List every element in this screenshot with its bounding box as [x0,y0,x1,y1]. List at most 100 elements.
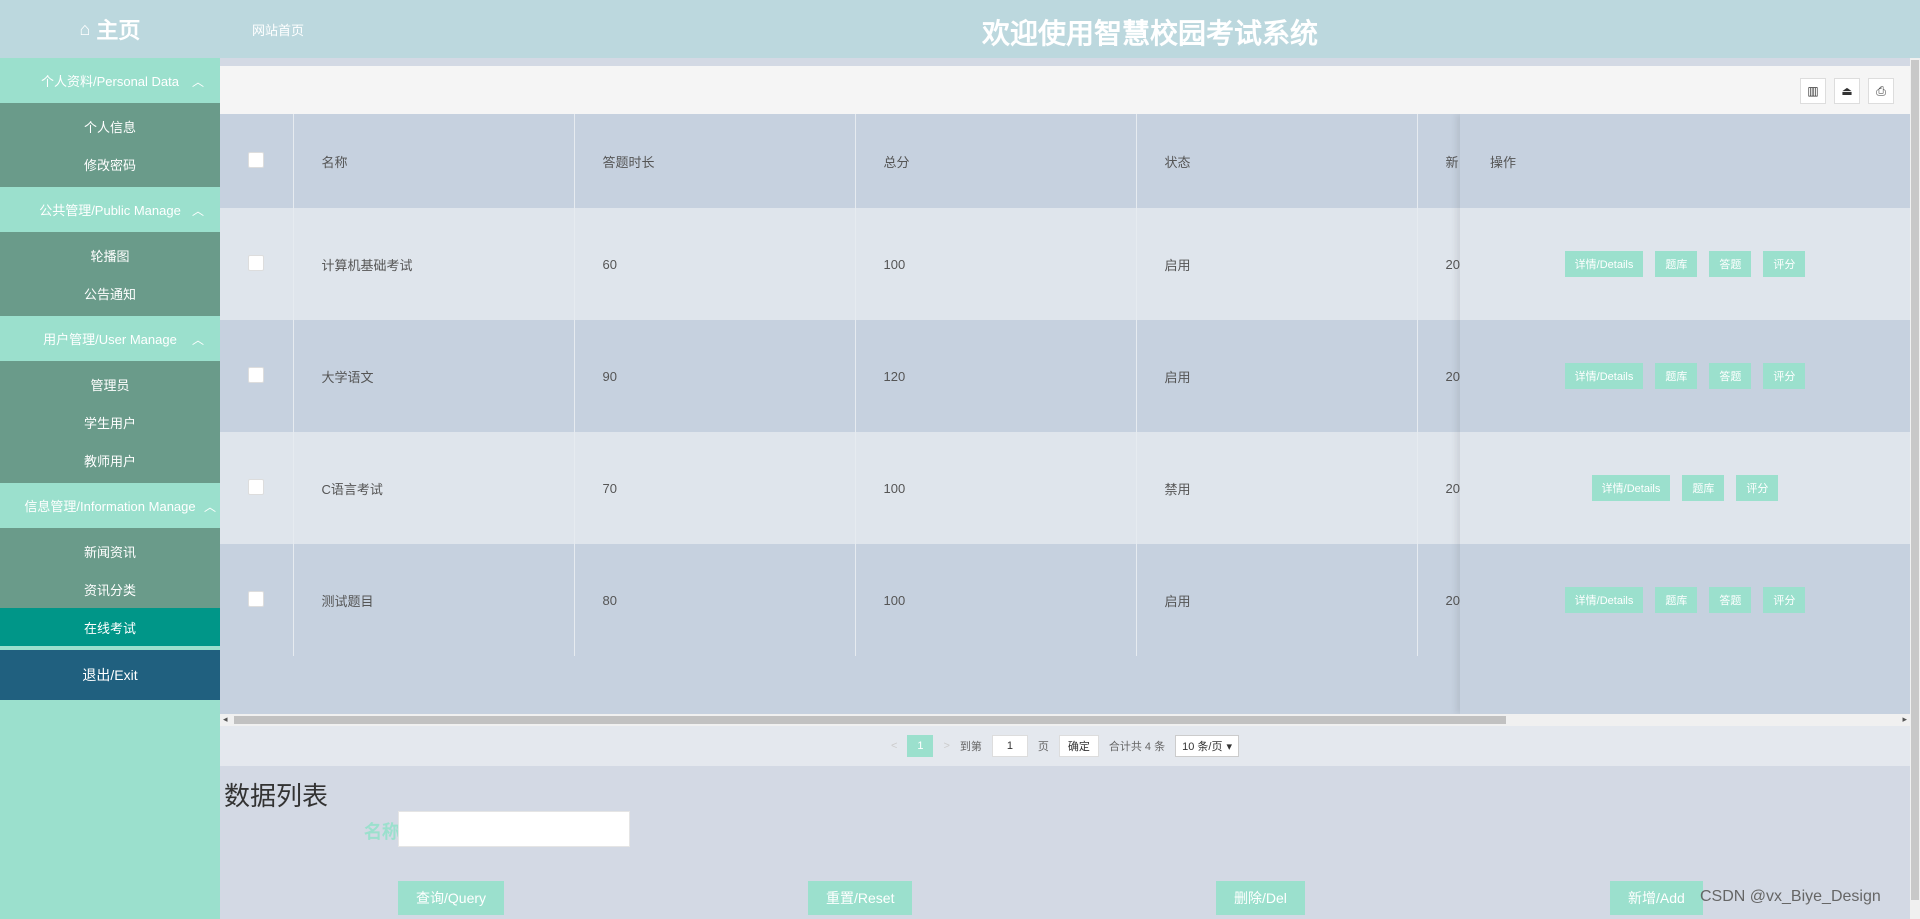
vertical-scrollbar[interactable] [1910,58,1920,919]
ops-row: 详情/Details 题库 答题 评分 [1460,208,1910,320]
details-button[interactable]: 详情/Details [1564,363,1644,389]
sidebar-item-admin[interactable]: 管理员 [0,365,220,403]
answer-button[interactable]: 答题 [1709,587,1752,613]
menu-items-public: 轮播图 公告通知 [0,232,220,316]
sidebar-item-teachers[interactable]: 教师用户 [0,441,220,479]
sidebar-item-notice[interactable]: 公告通知 [0,274,220,312]
scroll-left-icon[interactable]: ◂ [223,714,228,725]
list-title: 数据列表 [224,781,329,811]
chevron-up-icon: ︿ [191,333,204,347]
col-header-name[interactable]: 名称 [293,114,575,208]
next-page-icon[interactable]: > [943,740,949,752]
col-header-total[interactable]: 总分 [855,114,1137,208]
menu-group-info[interactable]: 信息管理/Information Manage ︿ [0,483,220,528]
goto-page-input[interactable]: 1 [991,735,1028,757]
page-size-value: 10 条/页 [1182,741,1223,753]
watermark: CSDN @vx_Biye_Design [1700,888,1881,905]
grade-button[interactable]: 评分 [1763,587,1806,613]
home-icon: ⌂ [79,18,91,39]
cell-total: 100 [855,544,1137,656]
current-page[interactable]: 1 [907,735,934,757]
details-button[interactable]: 详情/Details [1564,587,1644,613]
exit-button[interactable]: 退出/Exit [0,650,220,700]
menu-group-label: 公共管理/Public Manage [39,203,181,218]
goto-label: 到第 [959,741,982,753]
table-toolbar: ▥ ⏏ ⎙ [220,66,1910,114]
cell-name: C语言考试 [293,432,575,544]
grade-button[interactable]: 评分 [1763,251,1806,277]
chevron-up-icon: ︿ [191,75,204,89]
grade-button[interactable]: 评分 [1736,475,1779,501]
menu-group-label: 信息管理/Information Manage [24,499,196,514]
cell-duration: 80 [574,544,856,656]
cell-total: 120 [855,320,1137,432]
answer-button[interactable]: 答题 [1709,363,1752,389]
page-suffix: 页 [1037,741,1049,753]
question-bank-button[interactable]: 题库 [1682,475,1725,501]
menu-group-label: 用户管理/User Manage [43,332,177,347]
cell-name: 大学语文 [293,320,575,432]
answer-button[interactable]: 答题 [1709,251,1752,277]
menu-group-personal[interactable]: 个人资料/Personal Data ︿ [0,58,220,103]
ops-row: 详情/Details 题库 答题 评分 [1460,320,1910,432]
row-check-cell [220,432,294,544]
row-check-cell [220,544,294,656]
print-icon[interactable]: ⎙ [1868,78,1894,104]
details-button[interactable]: 详情/Details [1564,251,1644,277]
scroll-right-icon[interactable]: ▸ [1902,714,1907,725]
menu-group-public[interactable]: 公共管理/Public Manage ︿ [0,187,220,232]
col-header-status[interactable]: 状态 [1136,114,1418,208]
sidebar-item-news[interactable]: 新闻资讯 [0,532,220,570]
main-content: ▥ ⏏ ⎙ 名称 答题时长 总分 状态 新 计算机基础考试 60 100 启用 … [220,58,1910,919]
menu-group-users[interactable]: 用户管理/User Manage ︿ [0,316,220,361]
sidebar-item-online-exam[interactable]: 在线考试 [0,608,220,646]
sidebar-item-change-password[interactable]: 修改密码 [0,145,220,183]
question-bank-button[interactable]: 题库 [1655,363,1698,389]
home-link[interactable]: ⌂ 主页 [0,0,220,58]
col-header-duration[interactable]: 答题时长 [574,114,856,208]
details-button[interactable]: 详情/Details [1591,475,1671,501]
export-icon[interactable]: ⏏ [1834,78,1860,104]
question-bank-button[interactable]: 题库 [1655,251,1698,277]
row-checkbox[interactable] [248,590,265,607]
cell-status: 禁用 [1136,432,1418,544]
page-size-select[interactable]: 10 条/页 ▾ [1175,735,1239,757]
sidebar-item-news-category[interactable]: 资讯分类 [0,570,220,608]
prev-page-icon[interactable]: < [891,740,897,752]
cell-duration: 60 [574,208,856,320]
select-all-checkbox[interactable] [248,151,265,168]
chevron-down-icon: ▾ [1226,740,1232,753]
cell-status: 启用 [1136,208,1418,320]
query-button[interactable]: 查询/Query [398,881,505,915]
search-name-input[interactable] [398,811,630,847]
site-home-link[interactable]: 网站首页 [252,20,304,39]
vertical-scrollbar-thumb[interactable] [1911,60,1919,900]
reset-button[interactable]: 重置/Reset [808,881,913,915]
goto-confirm-button[interactable]: 确定 [1058,735,1099,757]
select-all-cell [220,114,294,208]
row-check-cell [220,320,294,432]
row-checkbox[interactable] [248,254,265,271]
row-checkbox[interactable] [248,366,265,383]
row-checkbox[interactable] [248,478,265,495]
sidebar-item-carousel[interactable]: 轮播图 [0,236,220,274]
cell-total: 100 [855,432,1137,544]
sidebar-item-personal-info[interactable]: 个人信息 [0,107,220,145]
question-bank-button[interactable]: 题库 [1655,587,1698,613]
add-button[interactable]: 新增/Add [1610,881,1703,915]
total-count: 合计共 4 条 [1108,741,1166,753]
page-title: 欢迎使用智慧校园考试系统 [981,18,1318,49]
data-table: 名称 答题时长 总分 状态 新 计算机基础考试 60 100 启用 20 大学语… [220,114,1910,714]
menu-items-personal: 个人信息 修改密码 [0,103,220,187]
columns-icon[interactable]: ▥ [1800,78,1826,104]
menu-items-users: 管理员 学生用户 教师用户 [0,361,220,483]
horizontal-scrollbar[interactable]: ◂ ▸ [220,714,1910,726]
pagination: < 1 > 到第 1 页 确定 合计共 4 条 10 条/页 ▾ [220,726,1910,766]
col-header-ops: 操作 [1460,114,1910,208]
sidebar-item-students[interactable]: 学生用户 [0,403,220,441]
scrollbar-thumb[interactable] [234,716,1506,724]
ops-row: 详情/Details 题库 评分 [1460,432,1910,544]
cell-status: 启用 [1136,544,1418,656]
grade-button[interactable]: 评分 [1763,363,1806,389]
delete-button[interactable]: 删除/Del [1216,881,1305,915]
